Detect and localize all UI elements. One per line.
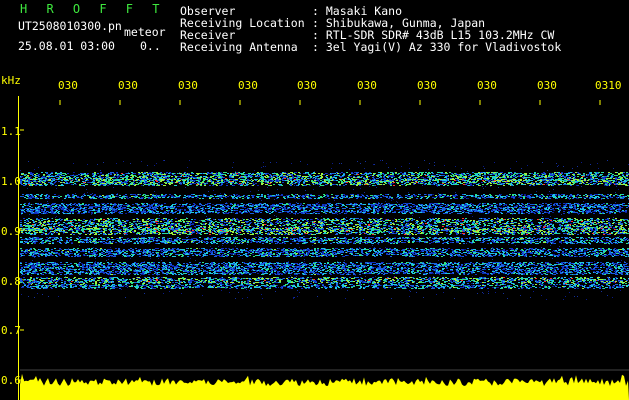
status-value: 0..: [140, 40, 161, 52]
file-name: UT2508010300.pn: [18, 20, 122, 32]
time-tick-label: 030: [58, 80, 78, 91]
antenna-value: : 3el Yagi(V) Az 330 for Vladivostok: [312, 41, 561, 53]
spectrogram-plot: [20, 100, 629, 400]
antenna-label: Receiving Antenna: [180, 41, 298, 53]
time-tick-label: 030: [357, 80, 377, 91]
time-tick-label: 030: [417, 80, 437, 91]
signal-bands: [20, 160, 629, 300]
power-trace: [20, 373, 629, 400]
time-tick-label: 030: [537, 80, 557, 91]
mode-label: meteor: [124, 26, 166, 38]
time-tick-label: 0310: [595, 80, 622, 91]
time-tick-label: 030: [297, 80, 317, 91]
time-tick-label: 030: [477, 80, 497, 91]
time-tick-label: 030: [118, 80, 138, 91]
time-tick-label: 030: [178, 80, 198, 91]
app-title: H R O F F T: [20, 3, 165, 15]
freq-unit-label: kHz: [1, 75, 21, 86]
time-tick-label: 030: [238, 80, 258, 91]
datetime-label: 25.08.01 03:00: [18, 40, 115, 52]
spectrogram-window: { "header": { "app_title": "H R O F F T"…: [0, 0, 629, 400]
freq-axis-line: [18, 96, 19, 400]
